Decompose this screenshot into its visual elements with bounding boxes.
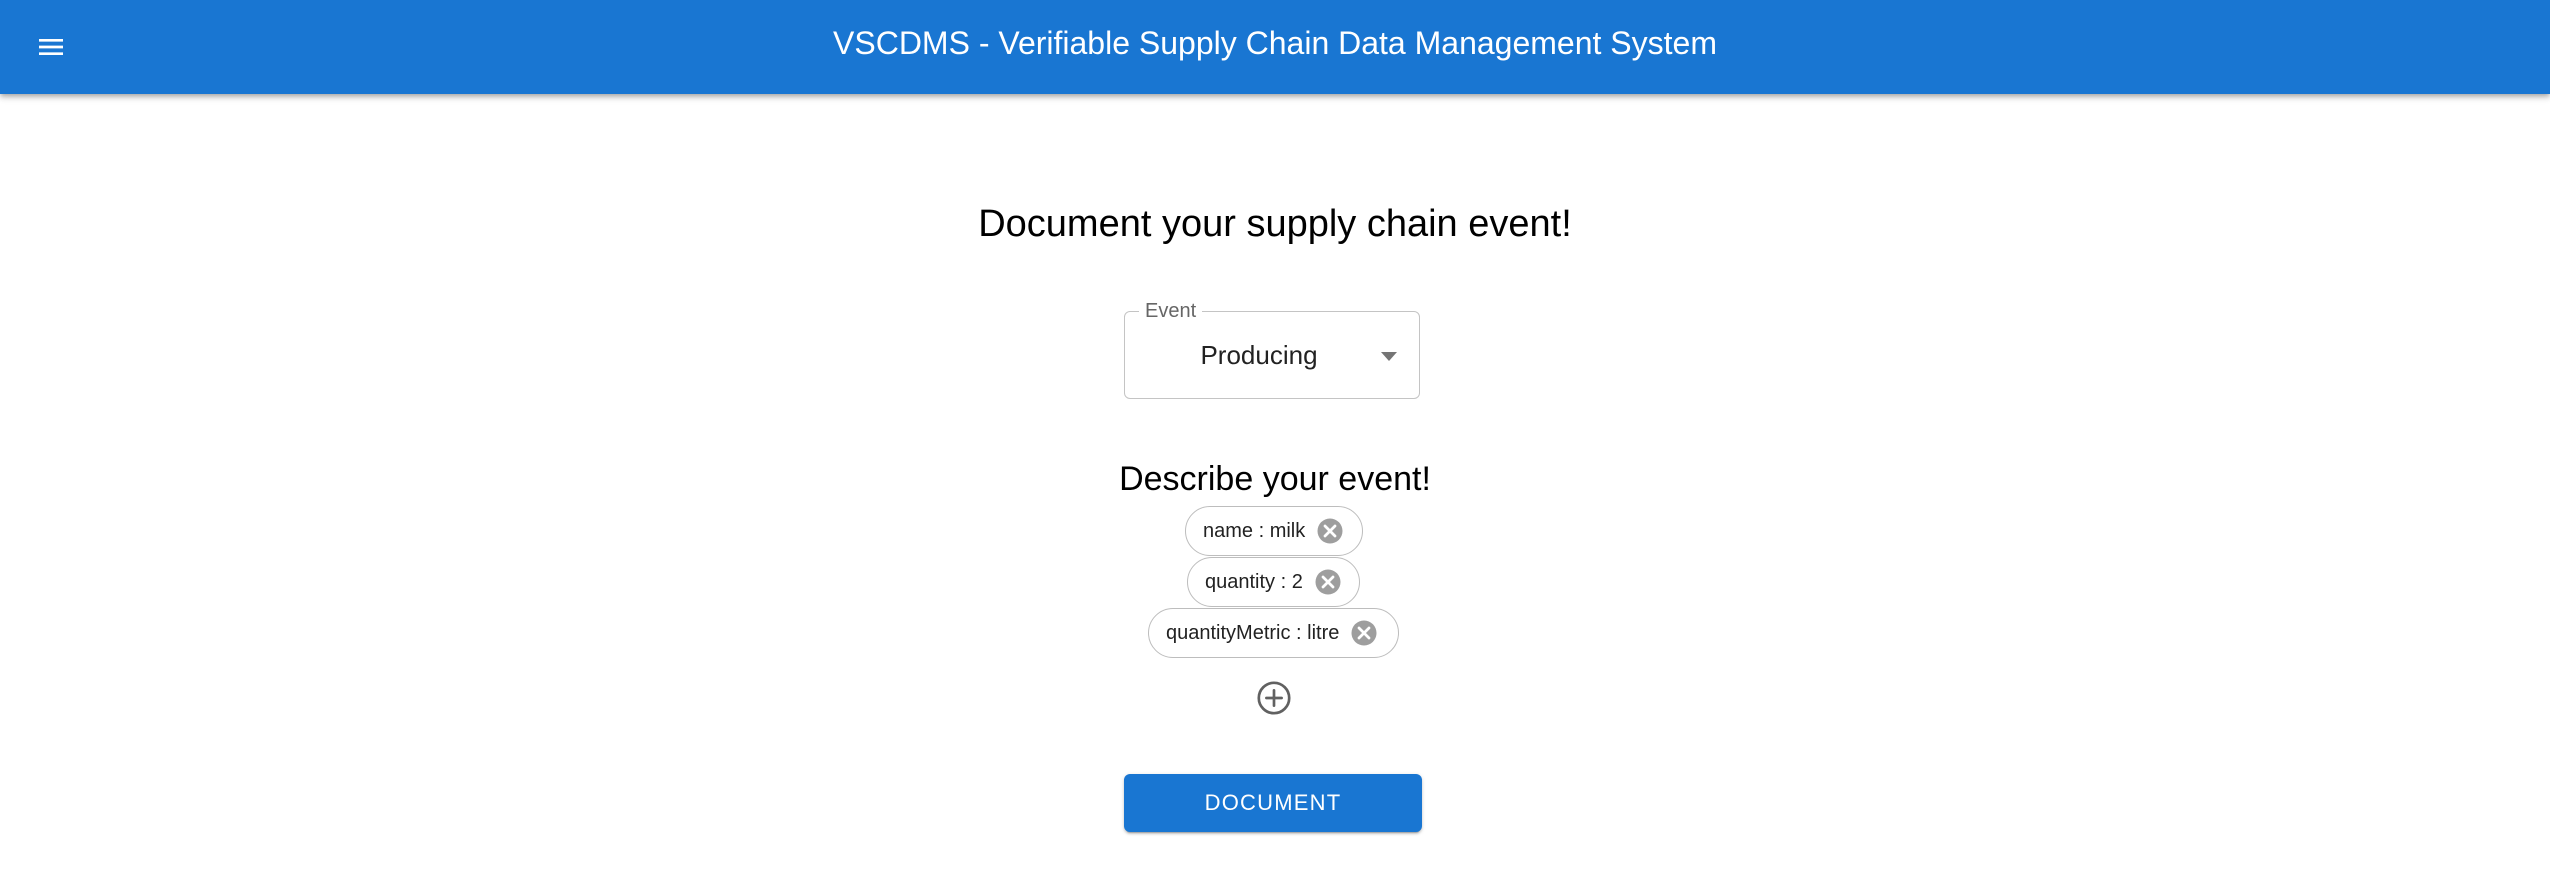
describe-heading: Describe your event! (1119, 460, 1431, 498)
dropdown-arrow-icon (1381, 352, 1397, 361)
attribute-chip: quantity : 2 (1187, 557, 1360, 607)
event-select[interactable]: Event Producing (1124, 298, 1420, 399)
cancel-icon (1351, 620, 1377, 646)
chip-delete-button[interactable] (1315, 516, 1345, 546)
attribute-chip-label: name : milk (1203, 519, 1306, 542)
page-heading: Document your supply chain event! (978, 203, 1572, 245)
attribute-chip-label: quantityMetric : litre (1166, 621, 1340, 644)
attribute-chip: quantityMetric : litre (1148, 608, 1399, 658)
cancel-icon (1317, 518, 1343, 544)
add-attribute-button[interactable] (1255, 679, 1293, 717)
chip-delete-button[interactable] (1349, 618, 1379, 648)
chip-delete-button[interactable] (1313, 567, 1343, 597)
attribute-chip-label: quantity : 2 (1205, 570, 1303, 593)
app-title: VSCDMS - Verifiable Supply Chain Data Ma… (833, 25, 1717, 61)
event-select-value: Producing (1200, 340, 1318, 370)
add-circle-icon (1257, 681, 1291, 715)
document-button[interactable]: Document (1124, 774, 1422, 832)
attribute-chip: name : milk (1185, 506, 1363, 556)
app-bar: VSCDMS - Verifiable Supply Chain Data Ma… (0, 0, 2550, 94)
cancel-icon (1315, 569, 1341, 595)
